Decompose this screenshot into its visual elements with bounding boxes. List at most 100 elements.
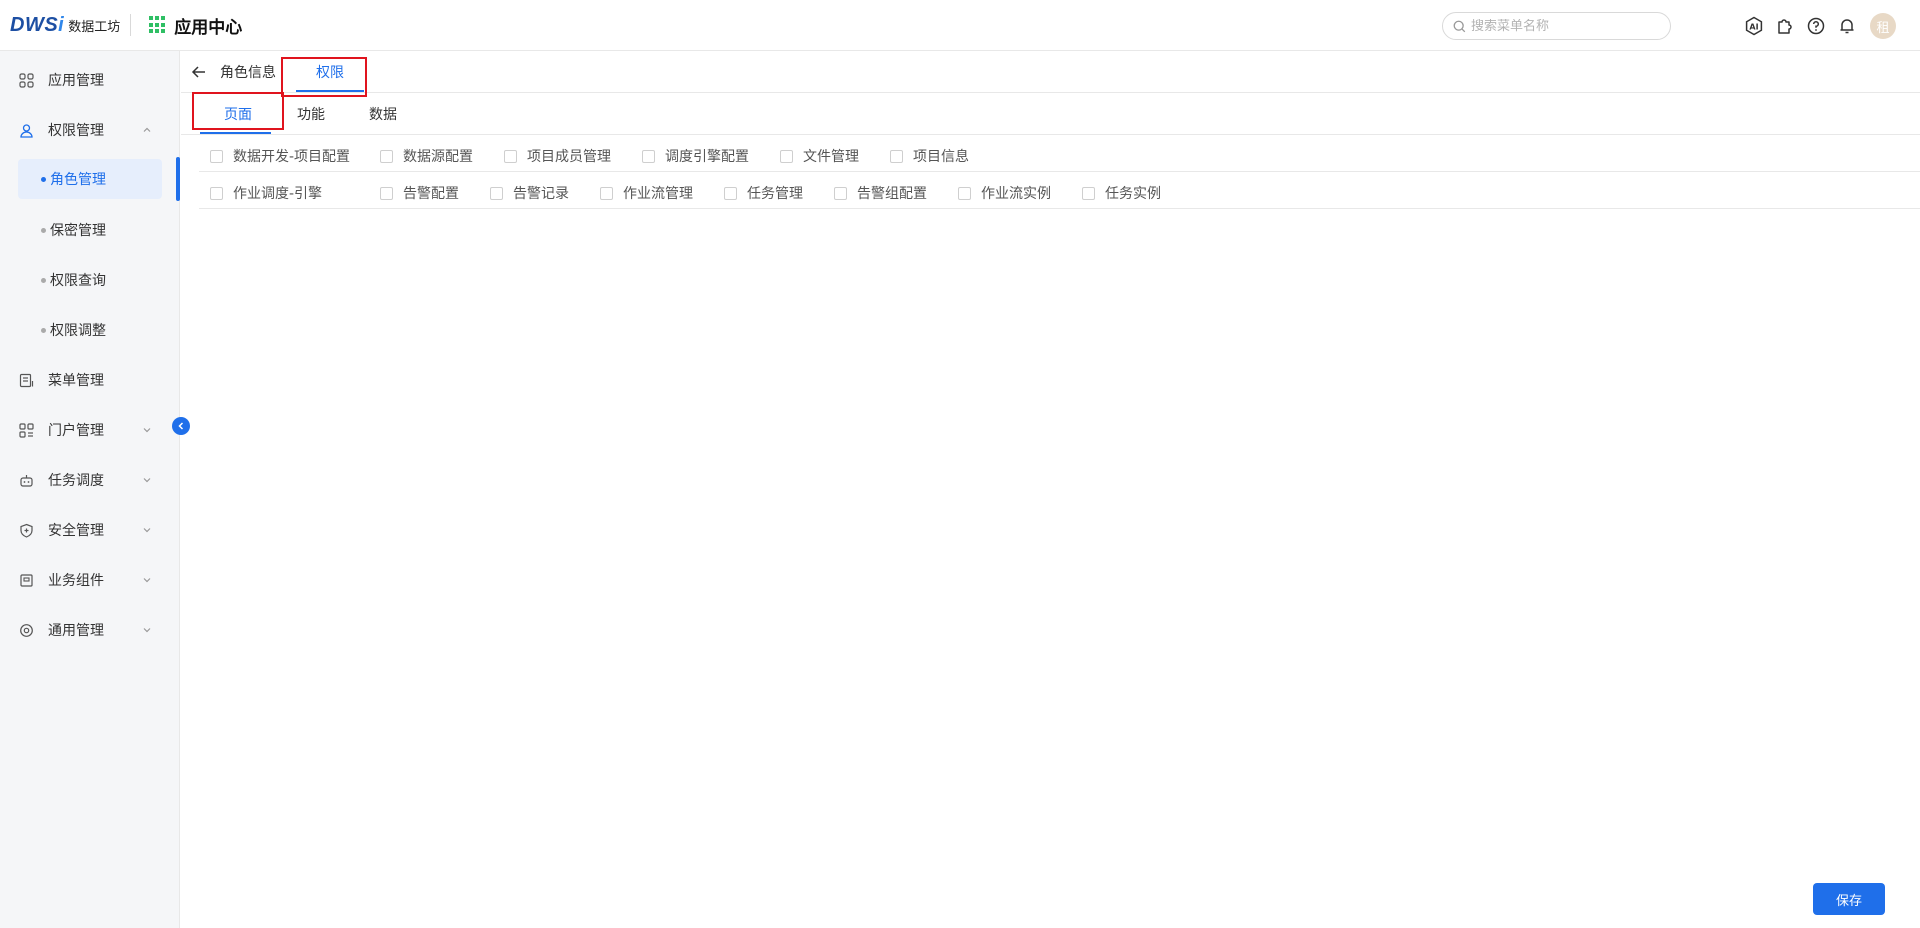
checkbox-item[interactable]: 数据开发-项目配置 [210, 146, 350, 166]
highlight-box [192, 92, 284, 130]
tab-underline [200, 132, 271, 134]
search-input[interactable] [1471, 18, 1661, 34]
bullet-dot [41, 278, 46, 283]
help-icon[interactable] [1804, 14, 1828, 38]
checkbox[interactable] [210, 149, 223, 163]
avatar[interactable]: 租 [1870, 13, 1896, 39]
tab-function[interactable]: 功能 [297, 93, 325, 135]
save-button[interactable]: 保存 [1813, 883, 1885, 915]
checkbox[interactable] [490, 186, 503, 200]
bullet-dot [41, 228, 46, 233]
chevron-up-icon [142, 123, 152, 139]
checkbox[interactable] [210, 186, 223, 200]
logo[interactable]: DWSi 数据工坊 [10, 14, 120, 37]
checkbox-item[interactable]: 作业调度-引擎 [210, 183, 322, 203]
sidebar-item-secrecy-management[interactable]: 保密管理 [18, 210, 162, 250]
chevron-down-icon [142, 573, 152, 589]
chevron-down-icon [142, 473, 152, 489]
checkbox[interactable] [890, 149, 903, 163]
sidebar-item-label: 权限调整 [50, 323, 106, 339]
user-icon [18, 122, 34, 138]
sub-tab-bar: 页面 功能 数据 [181, 92, 1920, 135]
checkbox-item[interactable]: 作业流管理 [600, 183, 693, 203]
robot-icon [18, 472, 34, 488]
sidebar-item-business-components[interactable]: 业务组件 [18, 560, 162, 600]
checkbox-item[interactable]: 告警组配置 [834, 183, 927, 203]
bullet-dot [41, 177, 46, 182]
chevron-down-icon [142, 623, 152, 639]
sidebar-active-indicator [176, 157, 180, 201]
checkbox[interactable] [834, 186, 847, 200]
bullet-dot [41, 328, 46, 333]
sidebar-item-permission-query[interactable]: 权限查询 [18, 260, 162, 300]
sidebar-item-label: 权限查询 [50, 273, 106, 289]
collapse-sidebar-button[interactable] [172, 417, 190, 435]
sidebar-item-label: 任务调度 [48, 473, 104, 489]
checkbox[interactable] [600, 186, 613, 200]
sidebar-item-role-management[interactable]: 角色管理 [18, 159, 162, 199]
checkbox-item[interactable]: 项目成员管理 [504, 146, 611, 166]
component-icon [18, 572, 34, 588]
sidebar-item-label: 门户管理 [48, 423, 104, 439]
checkbox[interactable] [380, 186, 393, 200]
top-header: DWSi 数据工坊 应用中心 AI 租 [0, 0, 1920, 51]
checkbox-item[interactable]: 任务管理 [724, 183, 803, 203]
apps-icon [18, 72, 34, 88]
sidebar: 应用管理 权限管理 角色管理 保密管理 权限查询 权限调整 菜单管理 门户管理 … [0, 51, 180, 928]
checkbox[interactable] [642, 149, 655, 163]
svg-text:AI: AI [1749, 23, 1758, 32]
app-grid-icon[interactable] [149, 16, 167, 34]
sidebar-item-label: 权限管理 [48, 123, 104, 139]
sidebar-item-permission-adjust[interactable]: 权限调整 [18, 310, 162, 350]
permission-row: 数据开发-项目配置 数据源配置 项目成员管理 调度引擎配置 文件管理 项目信息 [199, 135, 1920, 172]
sidebar-item-label: 安全管理 [48, 523, 104, 539]
plugin-icon[interactable] [1773, 14, 1797, 38]
sidebar-item-task-scheduling[interactable]: 任务调度 [18, 460, 162, 500]
ai-assistant-icon[interactable]: AI [1742, 14, 1766, 38]
checkbox[interactable] [780, 149, 793, 163]
search-box[interactable] [1442, 12, 1671, 40]
checkbox-item[interactable]: 告警记录 [490, 183, 569, 203]
sidebar-item-label: 应用管理 [48, 73, 104, 89]
checkbox-item[interactable]: 作业流实例 [958, 183, 1051, 203]
checkbox[interactable] [1082, 186, 1095, 200]
logo-text: 数据工坊 [68, 19, 121, 35]
menu-doc-icon [18, 372, 34, 388]
sidebar-item-menu-management[interactable]: 菜单管理 [18, 360, 162, 400]
checkbox[interactable] [958, 186, 971, 200]
sidebar-item-app-management[interactable]: 应用管理 [18, 60, 162, 100]
shield-icon [18, 522, 34, 538]
checkbox-item[interactable]: 项目信息 [890, 146, 969, 166]
sidebar-item-label: 保密管理 [50, 223, 106, 239]
sidebar-item-security-management[interactable]: 安全管理 [18, 510, 162, 550]
chevron-down-icon [142, 523, 152, 539]
chevron-left-icon [178, 422, 184, 430]
back-arrow-icon[interactable] [190, 63, 208, 81]
chevron-down-icon [142, 423, 152, 439]
main-content: 角色信息 权限 页面 功能 数据 数据开发-项目配置 数据源配置 项目成员管理 … [181, 51, 1920, 928]
checkbox-item[interactable]: 调度引擎配置 [642, 146, 749, 166]
sidebar-item-label: 角色管理 [50, 172, 106, 188]
search-icon [1453, 20, 1466, 32]
header-divider [130, 14, 132, 36]
tab-role-info[interactable]: 角色信息 [220, 51, 276, 93]
sidebar-item-general-management[interactable]: 通用管理 [18, 610, 162, 650]
sidebar-item-label: 业务组件 [48, 573, 104, 589]
checkbox[interactable] [504, 149, 517, 163]
checkbox[interactable] [380, 149, 393, 163]
permission-row: 作业调度-引擎 告警配置 告警记录 作业流管理 任务管理 告警组配置 作业流实例… [199, 172, 1920, 209]
logo-mark: DWSi [10, 13, 65, 36]
highlight-box [281, 57, 367, 97]
checkbox-item[interactable]: 任务实例 [1082, 183, 1161, 203]
checkbox[interactable] [724, 186, 737, 200]
sidebar-item-permission-management[interactable]: 权限管理 [18, 110, 162, 150]
sidebar-item-portal-management[interactable]: 门户管理 [18, 410, 162, 450]
bell-icon[interactable] [1835, 14, 1859, 38]
settings-icon [18, 622, 34, 638]
checkbox-item[interactable]: 告警配置 [380, 183, 459, 203]
tab-data[interactable]: 数据 [369, 93, 397, 135]
checkbox-item[interactable]: 数据源配置 [380, 146, 473, 166]
top-tab-bar: 角色信息 权限 [181, 51, 1920, 97]
sidebar-item-label: 通用管理 [48, 623, 104, 639]
checkbox-item[interactable]: 文件管理 [780, 146, 859, 166]
